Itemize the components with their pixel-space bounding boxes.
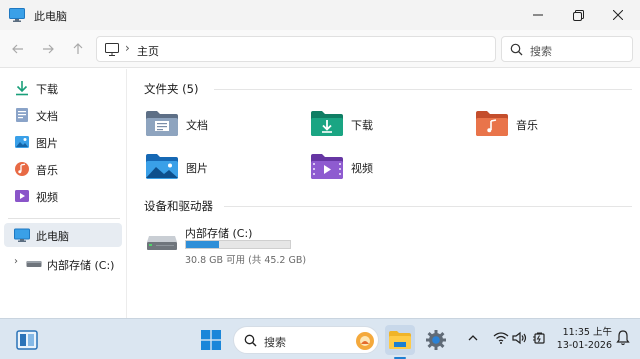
folder-label: 文档: [186, 119, 208, 132]
system-clock[interactable]: 11:35 上午 13-01-2026: [556, 326, 612, 352]
folder-downloads[interactable]: 下载: [310, 109, 460, 141]
sidebar-item-music[interactable]: 音乐: [4, 157, 122, 181]
drive-c-tile[interactable]: 内部存储 (C:) 30.8 GB 可用 (共 45.2 GB): [144, 224, 314, 266]
settings-taskbar-button[interactable]: [421, 325, 451, 355]
search-placeholder: 搜索: [530, 45, 552, 58]
sidebar-item-pictures[interactable]: 图片: [4, 130, 122, 154]
search-icon: [244, 334, 257, 347]
monitor-icon: [9, 8, 25, 22]
windows-logo-icon: [201, 330, 221, 350]
folder-label: 图片: [186, 162, 208, 175]
arrow-up-icon: [73, 43, 83, 54]
search-icon: [510, 43, 523, 56]
drive-usage-bar: [185, 240, 291, 249]
close-icon: [613, 10, 623, 20]
up-button[interactable]: [68, 39, 88, 59]
expand-chevron-icon[interactable]: ›: [14, 256, 18, 267]
gear-icon: [426, 330, 446, 350]
drive-name: 内部存储 (C:): [185, 227, 253, 240]
sidebar-item-videos[interactable]: 视频: [4, 184, 122, 208]
window-title: 此电脑: [34, 10, 67, 23]
sidebar-item-label: 视频: [36, 191, 58, 204]
address-bar[interactable]: › 主页: [96, 36, 496, 62]
sidebar-item-label: 音乐: [36, 164, 58, 177]
close-button[interactable]: [604, 4, 632, 26]
taskbar-search[interactable]: 搜索: [233, 326, 379, 354]
folder-label: 下载: [351, 119, 373, 132]
wifi-icon[interactable]: [493, 331, 509, 345]
music-folder-icon: [476, 111, 508, 136]
sidebar-item-label: 图片: [36, 137, 58, 150]
sidebar-item-label: 下载: [36, 83, 58, 96]
widgets-icon: [16, 330, 38, 350]
section-divider: [214, 89, 632, 90]
address-toolbar: › 主页 搜索: [0, 30, 640, 68]
minimize-icon: [533, 14, 543, 16]
folder-documents[interactable]: 文档: [145, 109, 295, 141]
download-icon: [16, 81, 28, 96]
document-icon: [16, 108, 28, 122]
folder-pictures[interactable]: 图片: [145, 152, 295, 184]
drive-icon: [26, 261, 42, 267]
sidebar-item-documents[interactable]: 文档: [4, 103, 122, 127]
content-pane: 文件夹 (5) 文档 下载 音乐 图片 视频 设备和驱动器 内部存储 (C:) …: [128, 69, 640, 318]
forward-button[interactable]: [38, 39, 58, 59]
notification-bell-icon[interactable]: [616, 330, 630, 346]
taskbar-search-label: 搜索: [264, 336, 286, 349]
taskbar: 搜索 11:35 上午 13-01-2026: [0, 318, 640, 359]
folder-videos[interactable]: 视频: [310, 152, 460, 184]
drive-usage-fill: [186, 241, 220, 248]
documents-folder-icon: [146, 111, 178, 136]
clock-time: 11:35 上午: [562, 327, 612, 338]
folder-label: 视频: [351, 162, 373, 175]
folder-label: 音乐: [516, 119, 538, 132]
hard-drive-icon: [147, 236, 177, 250]
sidebar-item-label: 文档: [36, 110, 58, 123]
file-explorer-taskbar-button[interactable]: [385, 325, 415, 355]
video-icon: [15, 190, 29, 202]
clock-date: 13-01-2026: [556, 340, 612, 351]
arrow-left-icon: [12, 44, 23, 54]
widgets-button[interactable]: [12, 325, 42, 355]
battery-icon[interactable]: [532, 331, 548, 345]
sidebar-item-this-pc[interactable]: 此电脑: [4, 223, 122, 247]
search-box[interactable]: 搜索: [501, 36, 633, 62]
maximize-button[interactable]: [564, 4, 592, 26]
file-explorer-window: 此电脑 › 主页 搜索 下载 文档 图片 音乐 视频 此电脑 › 内部存储 (C…: [0, 0, 640, 318]
pictures-folder-icon: [146, 154, 178, 179]
sidebar-item-drive-c[interactable]: › 内部存储 (C:): [4, 252, 122, 276]
volume-icon[interactable]: [512, 331, 528, 345]
devices-section-title: 设备和驱动器: [144, 199, 213, 213]
folder-music[interactable]: 音乐: [475, 109, 625, 141]
drive-space-info: 30.8 GB 可用 (共 45.2 GB): [185, 255, 307, 266]
computer-icon: [105, 43, 119, 56]
start-button[interactable]: [196, 325, 226, 355]
section-divider: [224, 206, 632, 207]
title-bar: 此电脑: [0, 0, 640, 30]
folders-section-title: 文件夹 (5): [144, 82, 199, 96]
sidebar-item-label: 内部存储 (C:): [47, 259, 115, 272]
arrow-right-icon: [43, 44, 54, 54]
monitor-icon: [14, 228, 30, 242]
downloads-folder-icon: [311, 111, 343, 136]
navigation-pane: 下载 文档 图片 音乐 视频 此电脑 › 内部存储 (C:): [0, 69, 127, 318]
folder-icon: [389, 331, 411, 349]
back-button[interactable]: [8, 39, 28, 59]
pictures-icon: [15, 136, 29, 148]
videos-folder-icon: [311, 154, 343, 179]
breadcrumb-home[interactable]: 主页: [137, 43, 159, 59]
minimize-button[interactable]: [524, 4, 552, 26]
restore-icon: [572, 9, 584, 21]
music-icon: [15, 162, 29, 176]
sidebar-item-downloads[interactable]: 下载: [4, 76, 122, 100]
sidebar-divider: [8, 218, 120, 219]
sidebar-item-label: 此电脑: [36, 230, 69, 243]
breadcrumb-chevron-icon: ›: [125, 41, 130, 55]
search-highlight-icon: [356, 332, 374, 350]
chevron-up-icon[interactable]: [467, 331, 479, 345]
